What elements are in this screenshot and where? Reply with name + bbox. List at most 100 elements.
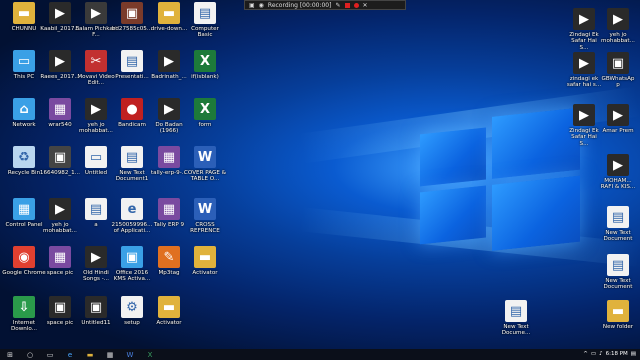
desktop-icon[interactable]: ▶ Zindagi Ek Safar Hai S... (566, 8, 602, 51)
desktop-icon[interactable]: ▶ Zindagi Ek Safar Hai S... (566, 104, 602, 147)
desktop-icon[interactable]: W CROSS REFRENCE (183, 198, 227, 235)
ms-word-icon[interactable]: W (124, 350, 136, 359)
search-icon[interactable]: ○ (24, 350, 36, 359)
desktop-icon-label: COVER PAGE & TABLE O... (184, 170, 226, 183)
file-icon: ▶ (573, 8, 595, 30)
system-tray: ^ ▭ ♪ 6:18 PM ▤ (583, 351, 640, 358)
stop-icon[interactable] (344, 2, 350, 8)
desktop-icon-label: Amar Prem (602, 128, 634, 134)
edge-icon[interactable]: e (64, 350, 76, 359)
desktop-icon[interactable]: ▶ Amar Prem (600, 104, 636, 134)
file-icon: ▦ (158, 198, 180, 220)
desktop-icon-label: Computer Basic (191, 26, 219, 39)
desktop-icon[interactable]: ▤ Computer Basic (183, 2, 227, 39)
file-icon: ▦ (158, 146, 180, 168)
recording-toolbar[interactable]: ▣ ◉ Recording [00:00:00] ✎ ✕ (244, 0, 406, 10)
file-icon: ▤ (121, 146, 143, 168)
desktop: ▬ CHUNNU ▶ Kaabil_2017... ▶ Balam Pichkari F.… (0, 0, 640, 349)
file-icon: ⇩ (13, 296, 35, 318)
file-icon: ▶ (573, 52, 595, 74)
file-icon: ▬ (607, 300, 629, 322)
desktop-icon-label: MOHAM... RAFI & KIS... (600, 178, 636, 191)
desktop-icon-label: Zindagi Ek Safar Hai S... (569, 32, 599, 51)
file-icon: ▶ (85, 98, 107, 120)
desktop-icon[interactable]: ▶ MOHAM... RAFI & KIS... (600, 154, 636, 191)
desktop-icon-label: if(isblank) (191, 74, 219, 80)
up-arrow-icon[interactable]: ^ (583, 351, 588, 358)
file-icon: ▶ (158, 98, 180, 120)
desktop-icon[interactable]: ▤ New Text Document (600, 206, 636, 243)
file-icon: ✂ (85, 50, 107, 72)
desktop-icon-label: form (198, 122, 212, 128)
desktop-icon-label: Activator (192, 270, 218, 276)
windows-start-icon[interactable]: ⊞ (4, 350, 16, 359)
file-icon: W (194, 146, 216, 168)
file-icon: ▣ (49, 296, 71, 318)
file-icon: ▤ (607, 206, 629, 228)
file-icon: ▶ (607, 8, 629, 30)
file-icon: ◉ (13, 246, 35, 268)
clock[interactable]: 6:18 PM (606, 351, 628, 358)
file-icon: ▶ (85, 246, 107, 268)
network-icon[interactable]: ▭ (591, 351, 596, 358)
file-icon: ▣ (49, 146, 71, 168)
volume-icon[interactable]: ♪ (599, 351, 603, 358)
record-icon[interactable] (353, 2, 359, 8)
file-explorer-icon[interactable]: ▬ (84, 350, 96, 359)
desktop-icon[interactable]: ▬ Activator (147, 296, 191, 326)
desktop-icon[interactable]: ▶ yeh jo mohabbat... (600, 8, 636, 45)
desktop-icon-label: GBWhatsApp (601, 76, 635, 89)
taskbar: ⊞ ○ ▭ e ▬ ▦ W X ^ ▭ ♪ 6:18 PM ▤ (0, 349, 640, 360)
desktop-icon-label: Activator (156, 320, 182, 326)
file-icon: ▣ (85, 296, 107, 318)
desktop-icon-label: yeh jo mohabbat... (601, 32, 635, 45)
desktop-icon[interactable]: ▶ zindagi ek safar hai s... (566, 52, 602, 89)
file-icon: ⌂ (13, 98, 35, 120)
file-icon: ▭ (13, 50, 35, 72)
desktop-icon[interactable]: Xif(isblank) (183, 50, 227, 80)
file-icon: ● (121, 98, 143, 120)
file-icon: ✎ (158, 246, 180, 268)
file-icon: ▶ (85, 2, 107, 24)
file-icon: ▤ (85, 198, 107, 220)
desktop-icon[interactable]: ▬ Activator (183, 246, 227, 276)
file-icon: W (194, 198, 216, 220)
file-icon: ▶ (607, 104, 629, 126)
pen-icon[interactable]: ✎ (335, 2, 340, 9)
desktop-icon[interactable]: ▬ New folder (600, 300, 636, 330)
file-icon: ▬ (13, 2, 35, 24)
file-icon: ▤ (607, 254, 629, 276)
notification-icon[interactable]: ▤ (631, 351, 636, 358)
task-view-icon[interactable]: ▭ (44, 350, 56, 359)
file-icon: ▦ (13, 198, 35, 220)
desktop-icon[interactable]: ▣ GBWhatsApp (600, 52, 636, 89)
desktop-icon-label: New Text Document (603, 278, 633, 291)
desktop-icon-label: New Text Document (603, 230, 633, 243)
file-icon: ▣ (607, 52, 629, 74)
file-icon: ▦ (49, 246, 71, 268)
recorder-icon[interactable]: ▣ (249, 2, 255, 9)
file-icon: ▤ (505, 300, 527, 322)
desktop-icon-label: New folder (602, 324, 634, 330)
file-icon: ▶ (158, 50, 180, 72)
file-icon: ▬ (158, 296, 180, 318)
file-icon: ▭ (85, 146, 107, 168)
file-icon: ▶ (573, 104, 595, 126)
file-icon: e (121, 198, 143, 220)
file-icon: ⚙ (121, 296, 143, 318)
file-icon: ▦ (49, 98, 71, 120)
desktop-icon[interactable]: ▤ New Text Document (600, 254, 636, 291)
close-icon[interactable]: ✕ (363, 2, 368, 9)
store-icon[interactable]: ▦ (104, 350, 116, 359)
desktop-icon[interactable]: ▤ New Text Docume... (498, 300, 534, 337)
file-icon: ▶ (607, 154, 629, 176)
desktop-icon-label: Zindagi Ek Safar Hai S... (569, 128, 599, 147)
file-icon: ▤ (121, 50, 143, 72)
file-icon: X (194, 50, 216, 72)
file-icon: ▶ (49, 198, 71, 220)
desktop-icon-label: New Text Docume... (501, 324, 531, 337)
ms-excel-icon[interactable]: X (144, 350, 156, 359)
camera-icon[interactable]: ◉ (259, 2, 264, 9)
desktop-icon[interactable]: Xform (183, 98, 227, 128)
desktop-icon[interactable]: W COVER PAGE & TABLE O... (183, 146, 227, 183)
